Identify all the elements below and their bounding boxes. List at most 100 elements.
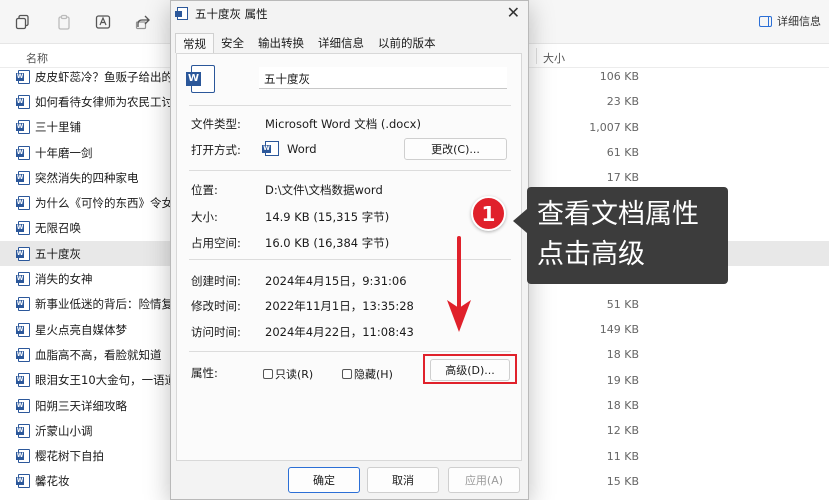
- file-name-field[interactable]: 五十度灰: [259, 67, 507, 89]
- file-name: 星火点亮自媒体梦: [35, 322, 127, 337]
- word-document-icon: [16, 120, 30, 135]
- word-document-icon: [16, 398, 30, 413]
- created-label: 创建时间:: [191, 274, 241, 288]
- file-name: 新事业低迷的背后：险情复杂远: [35, 297, 170, 312]
- close-button[interactable]: ✕: [507, 4, 520, 22]
- open-with-value: Word: [287, 142, 317, 156]
- location-label: 位置:: [191, 183, 218, 197]
- file-name: 消失的女神: [35, 272, 93, 287]
- word-document-icon: [16, 196, 30, 211]
- size-on-disk-value: 16.0 KB (16,384 字节): [265, 236, 390, 250]
- tab-3[interactable]: 详细信息: [311, 33, 371, 53]
- modified-label: 修改时间:: [191, 299, 241, 313]
- word-document-icon: [16, 246, 30, 261]
- file-size: 19 KB: [606, 373, 639, 387]
- file-size: 149 KB: [599, 323, 639, 337]
- file-name: 馨花妆: [35, 474, 70, 489]
- dialog-tabs: 常规 安全 输出转换 详细信息 以前的版本: [175, 33, 443, 53]
- tab-4[interactable]: 以前的版本: [371, 33, 443, 53]
- tab-0[interactable]: 常规: [175, 33, 214, 53]
- hidden-checkbox[interactable]: 隐藏(H): [342, 366, 393, 382]
- location-value: D:\文件\文档数据word: [265, 183, 383, 197]
- word-document-icon: [16, 272, 30, 287]
- details-pane-label: 详细信息: [777, 15, 821, 28]
- word-document-icon: [16, 347, 30, 362]
- divider: [189, 105, 511, 106]
- apply-button[interactable]: 应用(A): [448, 467, 520, 493]
- cancel-button[interactable]: 取消: [367, 467, 439, 493]
- properties-dialog: 五十度灰 属性 ✕ 常规安全输出转换详细信息以前的版本 五十度灰 文件类型: M…: [170, 0, 529, 500]
- instruction-line-2: 点击高级: [537, 239, 645, 270]
- word-document-icon: [16, 474, 30, 489]
- file-name: 眼泪女王10大金句，一语道破爱: [35, 373, 170, 388]
- file-size: 12 KB: [606, 424, 639, 438]
- readonly-checkbox[interactable]: 只读(R): [263, 366, 313, 382]
- file-size: 15 KB: [606, 474, 639, 488]
- details-pane-button[interactable]: 详细信息: [759, 13, 821, 29]
- file-name: 如何看待女律师为农民工讨薪被: [35, 94, 170, 109]
- word-document-icon: [16, 145, 30, 160]
- change-open-with-button[interactable]: 更改(C)...: [404, 138, 507, 160]
- word-app-icon: [262, 141, 279, 156]
- open-with-label: 打开方式:: [191, 143, 241, 157]
- file-name: 无限召唤: [35, 221, 81, 236]
- word-document-icon: [175, 7, 188, 20]
- file-name: 五十度灰: [35, 246, 81, 261]
- word-document-icon: [16, 423, 30, 438]
- word-document-icon: [16, 297, 30, 312]
- file-name: 沂蒙山小调: [35, 423, 93, 438]
- word-document-icon: [16, 94, 30, 109]
- instruction-line-1: 查看文档属性: [537, 199, 699, 230]
- word-document-icon: [16, 69, 30, 84]
- readonly-checkbox-box[interactable]: [263, 369, 273, 379]
- file-name: 阳朔三天详细攻略: [35, 398, 127, 413]
- file-size: 23 KB: [606, 95, 639, 109]
- file-name: 三十里铺: [35, 120, 81, 135]
- word-document-icon: [16, 449, 30, 464]
- accessed-label: 访问时间:: [191, 325, 241, 339]
- file-type-label: 文件类型:: [191, 117, 241, 131]
- file-name: 为什么《可怜的东西》令女观众: [35, 196, 170, 211]
- size-value: 14.9 KB (15,315 字节): [265, 210, 390, 224]
- hidden-checkbox-box[interactable]: [342, 369, 352, 379]
- hidden-checkbox-label: 隐藏(H): [354, 368, 393, 381]
- file-size: 18 KB: [606, 348, 639, 362]
- tab-2[interactable]: 输出转换: [251, 33, 311, 53]
- word-document-icon: [16, 373, 30, 388]
- size-label: 大小:: [191, 210, 218, 224]
- file-name: 血脂高不高，看脸就知道: [35, 347, 162, 362]
- accessed-value: 2024年4月22日，11:08:43: [265, 325, 414, 339]
- column-separator[interactable]: [536, 48, 537, 64]
- down-arrow-icon: [447, 236, 471, 332]
- file-name: 突然消失的四种家电: [35, 170, 139, 185]
- file-name: 十年磨一剑: [35, 145, 93, 160]
- word-document-icon: [16, 221, 30, 236]
- copy-icon[interactable]: [13, 12, 33, 32]
- ok-button[interactable]: 确定: [288, 467, 360, 493]
- dialog-title: 五十度灰 属性: [195, 7, 268, 21]
- word-document-icon: [16, 170, 30, 185]
- step-number-badge: 1: [471, 196, 506, 231]
- readonly-checkbox-label: 只读(R): [275, 368, 314, 381]
- size-on-disk-label: 占用空间:: [191, 236, 241, 250]
- file-name: 樱花树下自拍: [35, 449, 104, 464]
- tab-1[interactable]: 安全: [214, 33, 251, 53]
- divider: [189, 170, 511, 171]
- created-value: 2024年4月15日，9:31:06: [265, 274, 407, 288]
- advanced-button-highlight: [423, 354, 517, 384]
- file-size: 106 KB: [599, 70, 639, 84]
- file-size: 51 KB: [606, 297, 639, 311]
- file-name: 皮皮虾蕊冷？鱼贩子给出的四个: [35, 69, 170, 84]
- file-size: 11 KB: [606, 449, 639, 463]
- word-document-icon: [186, 65, 215, 93]
- dialog-titlebar[interactable]: 五十度灰 属性 ✕: [171, 1, 528, 27]
- file-size: 1,007 KB: [589, 120, 639, 134]
- paste-icon[interactable]: [54, 12, 74, 32]
- rename-icon[interactable]: [93, 12, 113, 32]
- file-size: 18 KB: [606, 399, 639, 412]
- file-size: 17 KB: [606, 171, 639, 185]
- word-document-icon: [16, 322, 30, 337]
- instruction-callout: 查看文档属性 点击高级: [513, 187, 728, 284]
- divider: [189, 351, 511, 352]
- share-icon[interactable]: [133, 12, 153, 32]
